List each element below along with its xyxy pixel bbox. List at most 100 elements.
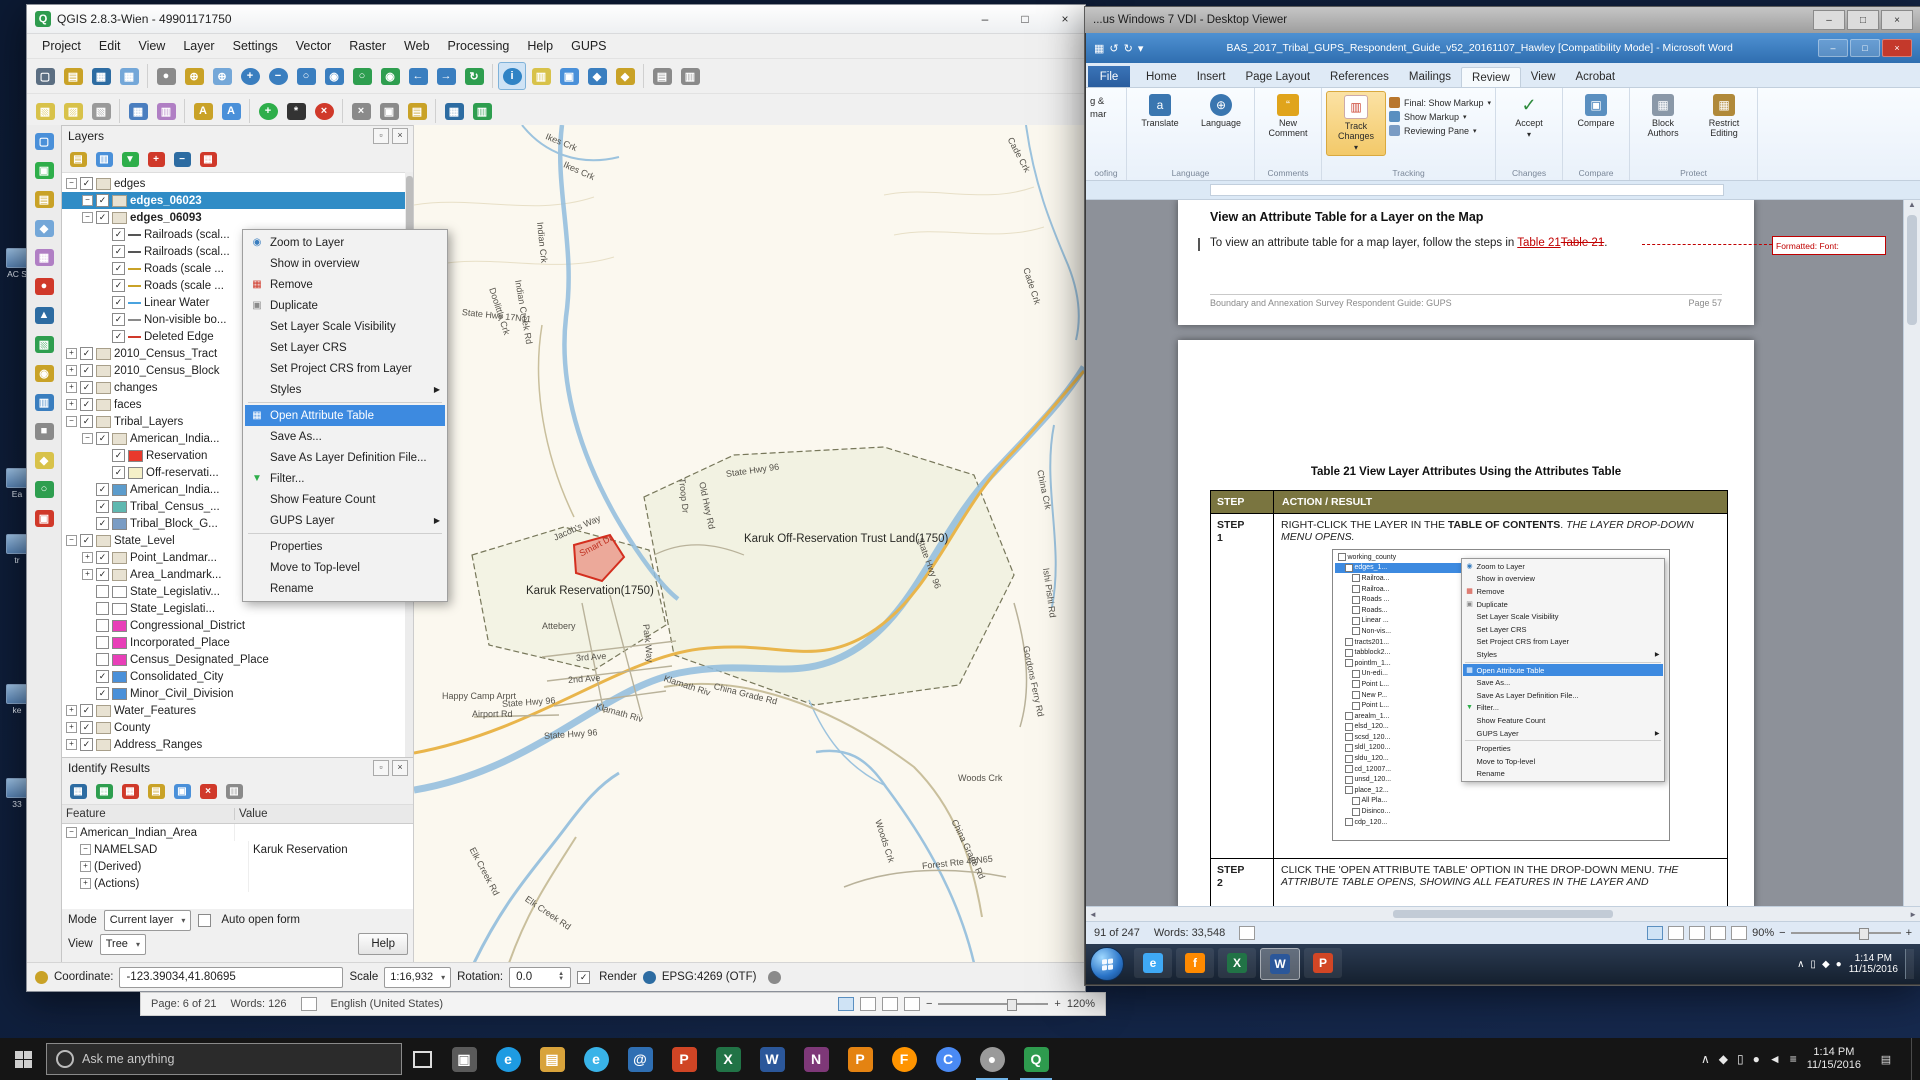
layer-item-edges-06023[interactable]: −✓edges_06023 — [62, 192, 405, 209]
scroll-right-arrow[interactable]: ► — [1909, 910, 1917, 919]
win7-start-button[interactable] — [1090, 947, 1124, 981]
layout-icon[interactable]: ▥ — [469, 98, 495, 124]
word-word-count[interactable]: Words: 33,548 — [1154, 927, 1225, 939]
coordinate-input[interactable]: -123.39034,41.80695 — [119, 967, 343, 988]
copy-features-icon[interactable]: ▣ — [376, 98, 402, 124]
tray-battery[interactable]: ▯ — [1737, 1052, 1744, 1066]
bg-view-web[interactable] — [882, 997, 898, 1011]
layer-visibility-checkbox[interactable]: ✓ — [80, 398, 93, 411]
bg-word-count[interactable]: Words: 126 — [230, 998, 286, 1010]
scroll-thumb[interactable] — [1907, 215, 1917, 325]
layer-item-minor-civil-division[interactable]: ✓Minor_Civil_Division — [62, 685, 405, 702]
tab-mailings[interactable]: Mailings — [1399, 67, 1461, 87]
layer-item-consolidated-city[interactable]: ✓Consolidated_City — [62, 668, 405, 685]
composer-manager-icon[interactable]: ▥ — [677, 63, 703, 89]
win7-taskbar-powerpoint[interactable]: P — [1304, 948, 1342, 978]
expand-new-results-icon[interactable]: ▤ — [145, 780, 167, 802]
layer-item-edges[interactable]: −✓edges — [62, 175, 405, 192]
zoom-last-icon[interactable]: ← — [405, 63, 431, 89]
context-menu-item-open-attribute-table[interactable]: ▦Open Attribute Table — [245, 405, 445, 426]
context-menu-item-save-as-layer-definition-file[interactable]: Save As Layer Definition File... — [245, 447, 445, 468]
field-calculator-icon[interactable]: ▥ — [153, 98, 179, 124]
tab-insert[interactable]: Insert — [1187, 67, 1236, 87]
layer-visibility-checkbox[interactable]: ✓ — [96, 483, 109, 496]
save-project-as-icon[interactable]: ▦ — [116, 63, 142, 89]
qat-dropdown-icon[interactable]: ▾ — [1138, 42, 1144, 55]
select-polygon-icon[interactable]: ▨ — [60, 98, 86, 124]
open-project-icon[interactable]: ▤ — [60, 63, 86, 89]
context-menu-item-remove[interactable]: ▦Remove — [1463, 585, 1663, 598]
win7-show-desktop[interactable] — [1905, 949, 1914, 979]
layer-expander[interactable]: − — [82, 433, 93, 444]
layer-visibility-checkbox[interactable]: ✓ — [96, 500, 109, 513]
map-composer-icon[interactable]: ▦ — [441, 98, 467, 124]
show-bookmarks-icon[interactable]: ◆ — [612, 63, 638, 89]
open-attribute-table-icon[interactable]: ▦ — [125, 98, 151, 124]
context-menu-item-move-to-top-level[interactable]: Move to Top-level — [245, 557, 445, 578]
menu-edit[interactable]: Edit — [90, 36, 130, 56]
context-menu-item-properties[interactable]: Properties — [1463, 742, 1663, 755]
layer-expander[interactable]: − — [66, 535, 77, 546]
taskbar-chrome[interactable]: C — [926, 1038, 970, 1080]
word-view-draft[interactable] — [1731, 926, 1747, 940]
context-menu-item-duplicate[interactable]: ▣Duplicate — [1463, 598, 1663, 611]
remove-layer-icon[interactable]: ▦ — [197, 148, 219, 170]
add-wms-icon[interactable]: ▥ — [32, 390, 56, 414]
add-raster-layer-icon[interactable]: ▦ — [32, 245, 56, 269]
taskbar-internet-explorer[interactable]: e — [574, 1038, 618, 1080]
zoom-out-icon[interactable]: − — [265, 63, 291, 89]
bg-proofing-icon[interactable] — [301, 997, 317, 1011]
bg-view-fullscreen[interactable] — [860, 997, 876, 1011]
layer-visibility-checkbox[interactable] — [96, 619, 109, 632]
proofing-cut-buttons[interactable]: g & mar — [1090, 91, 1122, 121]
layer-item-edges-06093[interactable]: −✓edges_06093 — [62, 209, 405, 226]
layer-visibility-checkbox[interactable]: ✓ — [112, 296, 125, 309]
identify-close-button[interactable]: × — [392, 760, 408, 776]
display-for-review-dropdown[interactable]: Final: Show Markup▾ — [1389, 97, 1491, 108]
hscroll-thumb[interactable] — [1393, 910, 1613, 918]
zoom-full-icon[interactable]: ◉ — [321, 63, 347, 89]
word-document-area[interactable]: View an Attribute Table for a Layer on t… — [1086, 200, 1903, 906]
menu-gups[interactable]: GUPS — [562, 36, 615, 56]
save-icon[interactable]: ▦ — [1094, 42, 1104, 55]
identify-col-value[interactable]: Value — [235, 808, 268, 820]
context-menu-item-set-layer-crs[interactable]: Set Layer CRS — [1463, 623, 1663, 636]
word-view-print-layout[interactable] — [1647, 926, 1663, 940]
layer-visibility-checkbox[interactable]: ✓ — [96, 194, 109, 207]
layer-visibility-checkbox[interactable]: ✓ — [112, 228, 125, 241]
edit-log-icon[interactable] — [35, 971, 48, 984]
context-menu-item-properties[interactable]: Properties — [245, 536, 445, 557]
pan-map-icon[interactable]: ⊕ — [181, 63, 207, 89]
context-menu-item-remove[interactable]: ▦Remove — [245, 274, 445, 295]
layer-visibility-checkbox[interactable]: ✓ — [112, 313, 125, 326]
identify-features-icon[interactable]: i — [498, 62, 526, 90]
layer-visibility-checkbox[interactable]: ✓ — [80, 415, 93, 428]
zoom-native-icon[interactable]: ○ — [293, 63, 319, 89]
translate-button[interactable]: a Translate — [1131, 91, 1189, 131]
menu-project[interactable]: Project — [33, 36, 90, 56]
render-checkbox[interactable]: ✓ — [577, 971, 590, 984]
new-comment-button[interactable]: “ New Comment — [1259, 91, 1317, 141]
layer-item-state-legislati[interactable]: State_Legislati... — [62, 600, 405, 617]
tray-network[interactable]: ● — [1753, 1052, 1760, 1066]
bg-language-indicator[interactable]: English (United States) — [331, 998, 444, 1010]
win7-taskbar-internet-explorer[interactable]: e — [1134, 948, 1172, 978]
gps-tools-icon[interactable]: ▣ — [32, 506, 56, 530]
rotation-spinner[interactable]: 0.0▲▼ — [509, 967, 571, 988]
track-changes-button[interactable]: ▥ Track Changes ▾ — [1326, 91, 1386, 156]
layer-visibility-checkbox[interactable]: ✓ — [80, 364, 93, 377]
context-menu-item-show-in-overview[interactable]: Show in overview — [1463, 573, 1663, 586]
bg-zoom-out[interactable]: − — [926, 998, 932, 1010]
layer-visibility-checkbox[interactable]: ✓ — [112, 279, 125, 292]
win7-tray-volume[interactable]: ● — [1836, 959, 1842, 970]
layer-expander[interactable]: + — [66, 705, 77, 716]
taskbar-onenote[interactable]: N — [794, 1038, 838, 1080]
collapse-all-icon[interactable]: − — [171, 148, 193, 170]
redo-icon[interactable]: ↻ — [1124, 42, 1133, 55]
clear-results-icon[interactable]: × — [197, 780, 219, 802]
taskbar-mail[interactable]: @ — [618, 1038, 662, 1080]
layer-item-census-designated-place[interactable]: Census_Designated_Place — [62, 651, 405, 668]
crs-status[interactable]: EPSG:4269 (OTF) — [662, 971, 757, 983]
layer-expander[interactable]: + — [66, 399, 77, 410]
layers-close-button[interactable]: × — [392, 128, 408, 144]
